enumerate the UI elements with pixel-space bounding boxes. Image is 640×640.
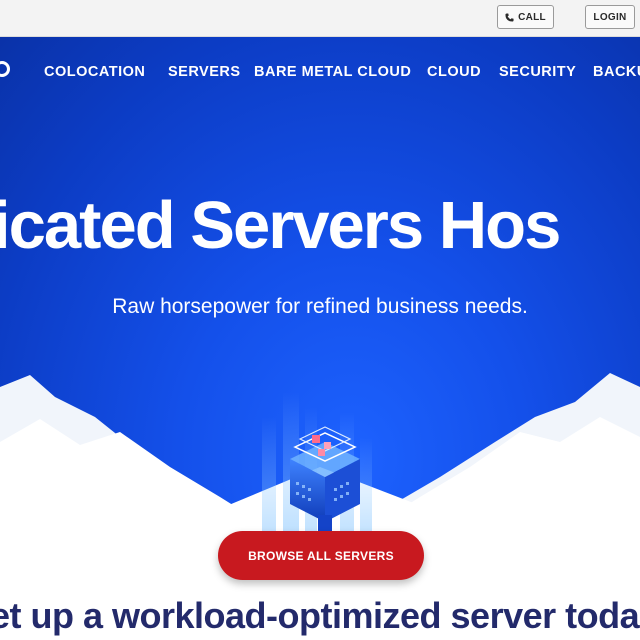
top-utility-bar: CALL LOGIN <box>0 0 640 37</box>
section-tagline: et up a workload-optimized server toda <box>0 595 640 636</box>
phone-icon <box>505 12 514 22</box>
call-label: CALL <box>518 11 546 23</box>
login-label: LOGIN <box>593 11 627 23</box>
hero-section: COLOCATION SERVERS BARE METAL CLOUD CLOU… <box>0 37 640 640</box>
page-title: icated Servers Hos <box>0 188 561 263</box>
headline-wrap: icated Servers Hos <box>0 37 640 297</box>
browse-servers-button[interactable]: BROWSE ALL SERVERS <box>218 531 424 580</box>
call-button[interactable]: CALL <box>497 5 554 29</box>
login-button[interactable]: LOGIN <box>585 5 635 29</box>
hero-subtitle: Raw horsepower for refined business need… <box>112 295 528 318</box>
